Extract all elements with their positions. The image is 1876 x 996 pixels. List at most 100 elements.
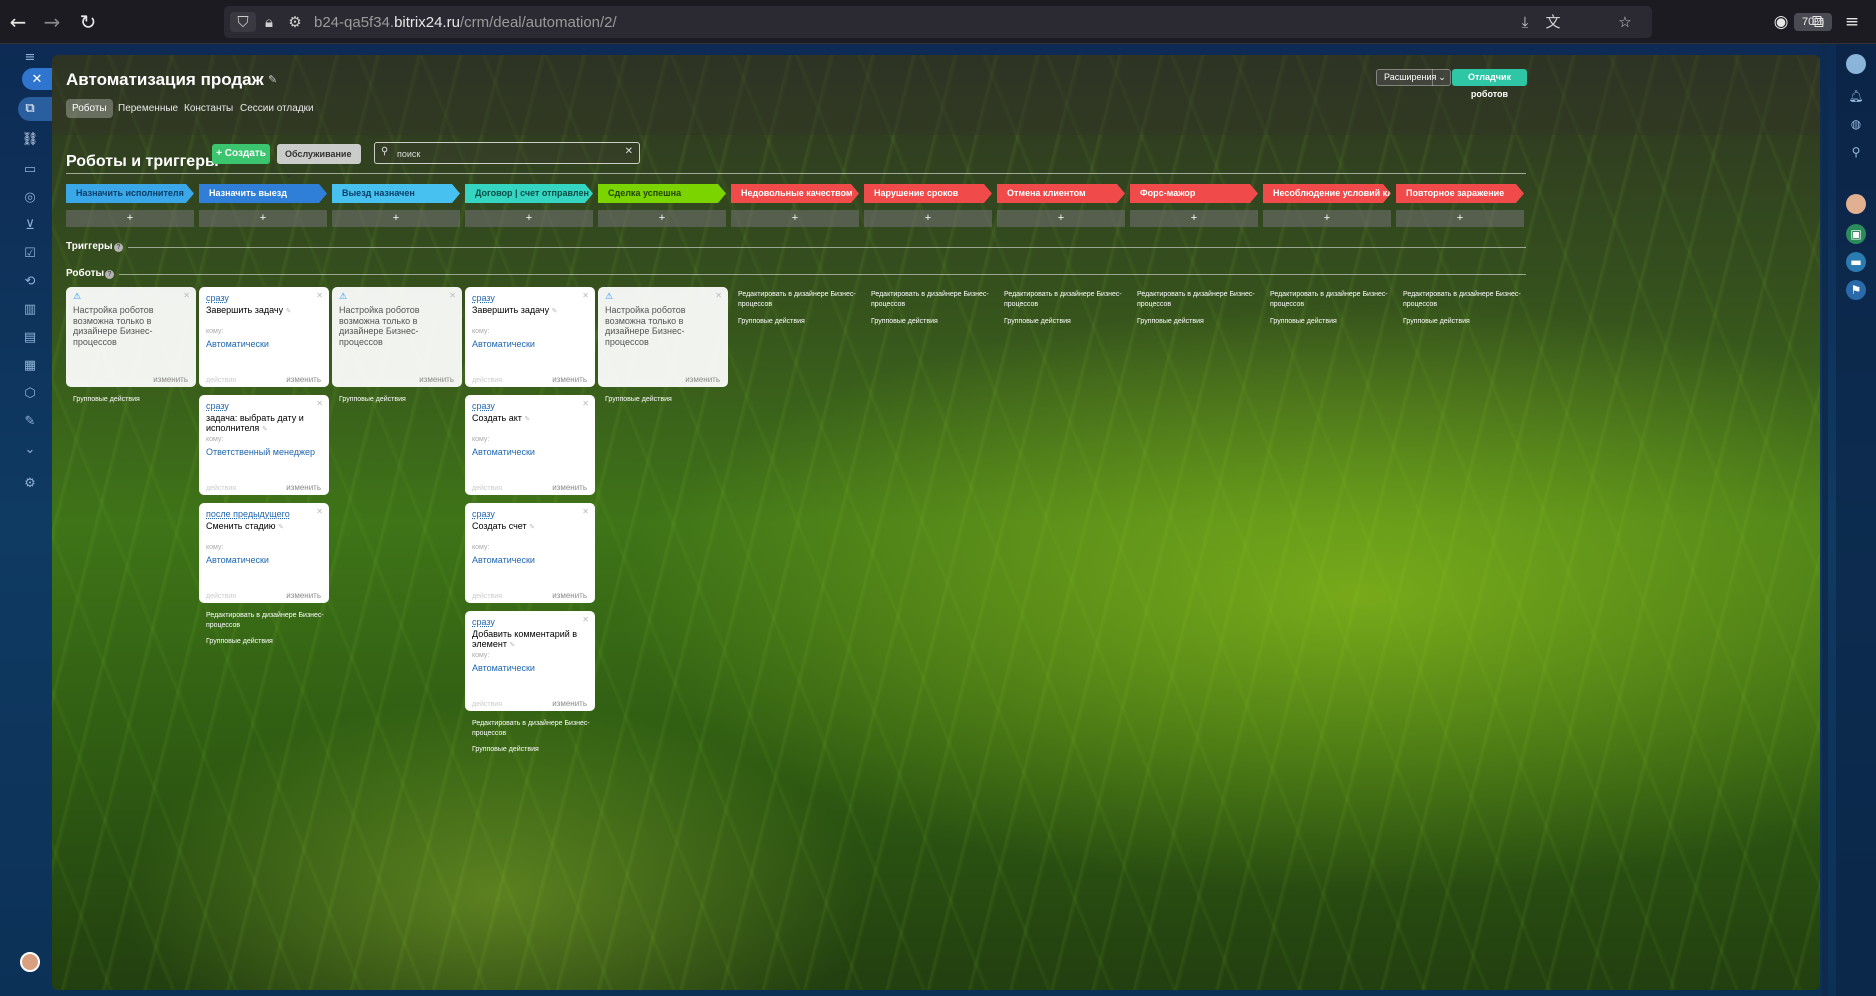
robot-responsible[interactable]: Ответственный менеджер: [206, 447, 315, 457]
edit-link[interactable]: изменить: [552, 699, 587, 708]
robot-title[interactable]: Создать счет ✎: [472, 521, 582, 532]
lock-icon[interactable]: 🔒︎: [258, 12, 280, 32]
user-avatar[interactable]: [20, 952, 40, 972]
group-actions-link[interactable]: Групповые действия: [1270, 317, 1388, 327]
robot-card[interactable]: ✕ сразу задача: выбрать дату и исполните…: [199, 395, 329, 495]
close-icon[interactable]: ✕: [316, 291, 323, 300]
robot-trigger[interactable]: сразу: [472, 401, 495, 411]
edit-link[interactable]: изменить: [552, 375, 587, 384]
add-trigger-button[interactable]: +: [731, 210, 859, 227]
designer-link[interactable]: Редактировать в дизайнере Бизнес-процесс…: [206, 611, 324, 630]
close-icon[interactable]: ✕: [582, 291, 589, 300]
edit-link[interactable]: изменить: [153, 375, 188, 384]
inbox-icon[interactable]: ▭: [20, 160, 40, 180]
search-icon[interactable]: ⚲: [1846, 142, 1866, 162]
add-trigger-button[interactable]: +: [1396, 210, 1524, 227]
chat-blue-icon[interactable]: ▬: [1846, 252, 1866, 272]
designer-link[interactable]: Редактировать в дизайнере Бизнес-процесс…: [1004, 290, 1122, 309]
pencil-icon[interactable]: ✎: [529, 523, 535, 531]
slider-scrollbar[interactable]: [1822, 44, 1828, 996]
store-icon[interactable]: ⬡: [20, 384, 40, 404]
robot-title[interactable]: Создать акт ✎: [472, 413, 582, 424]
translate-icon[interactable]: 文: [1542, 12, 1564, 32]
robot-title[interactable]: Сменить стадию ✎: [206, 521, 316, 532]
close-icon[interactable]: ✕: [316, 399, 323, 408]
edit-title-icon[interactable]: ✎: [268, 73, 277, 86]
robot-responsible[interactable]: Автоматически: [472, 339, 535, 349]
group-actions-link[interactable]: Групповые действия: [1137, 317, 1255, 327]
robot-trigger[interactable]: сразу: [472, 617, 495, 627]
sign-icon[interactable]: ✎: [20, 412, 40, 432]
robot-warning-card[interactable]: ⚠ ✕ Настройка роботов возможна только в …: [332, 287, 462, 387]
more-chevron-icon[interactable]: ⌄: [20, 440, 40, 460]
notifications-bell-icon[interactable]: 🔔︎: [1846, 86, 1866, 106]
group-actions-link[interactable]: Групповые действия: [472, 745, 590, 755]
designer-link[interactable]: Редактировать в дизайнере Бизнес-процесс…: [1403, 290, 1521, 309]
group-actions-link[interactable]: Групповые действия: [605, 395, 723, 405]
save-page-icon[interactable]: ⤓: [1514, 12, 1536, 32]
sites-icon[interactable]: ▦: [20, 356, 40, 376]
close-slider-icon[interactable]: ✕: [22, 68, 52, 90]
group-actions-link[interactable]: Групповые действия: [339, 395, 457, 405]
robot-card[interactable]: ✕ после предыдущего Сменить стадию ✎ ком…: [199, 503, 329, 603]
close-icon[interactable]: ✕: [582, 507, 589, 516]
add-trigger-button[interactable]: +: [598, 210, 726, 227]
feed-icon[interactable]: ⟲: [20, 272, 40, 292]
robot-responsible[interactable]: Автоматически: [472, 663, 535, 673]
robot-trigger[interactable]: после предыдущего: [206, 509, 290, 519]
reload-icon[interactable]: ↻: [76, 10, 100, 34]
open-window-icon[interactable]: ⧉: [20, 99, 40, 119]
stage-header[interactable]: Выезд назначен: [332, 184, 460, 203]
robot-title[interactable]: задача: выбрать дату и исполнителя ✎: [206, 413, 316, 434]
add-trigger-button[interactable]: +: [1130, 210, 1258, 227]
stage-header[interactable]: Нарушение сроков: [864, 184, 992, 203]
add-trigger-button[interactable]: +: [199, 210, 327, 227]
group-actions-link[interactable]: Групповые действия: [871, 317, 989, 327]
robot-responsible[interactable]: Автоматически: [206, 339, 269, 349]
robot-responsible[interactable]: Автоматически: [472, 447, 535, 457]
stage-header[interactable]: Назначить выезд: [199, 184, 327, 203]
tab-robots[interactable]: Роботы: [66, 99, 113, 118]
account-icon[interactable]: ◉: [1769, 10, 1793, 34]
close-icon[interactable]: ✕: [582, 615, 589, 624]
edit-link[interactable]: изменить: [286, 591, 321, 600]
group-actions-link[interactable]: Групповые действия: [73, 395, 191, 405]
robot-card[interactable]: ✕ сразу Завершить задачу ✎ кому: Автомат…: [465, 287, 595, 387]
contact-avatar[interactable]: [1846, 194, 1866, 214]
add-trigger-button[interactable]: +: [864, 210, 992, 227]
help-icon[interactable]: ?: [114, 243, 123, 252]
stage-header[interactable]: Форс-мажор: [1130, 184, 1258, 203]
group-actions-link[interactable]: Групповые действия: [1403, 317, 1521, 327]
robot-card[interactable]: ✕ сразу Завершить задачу ✎ кому: Автомат…: [199, 287, 329, 387]
robot-trigger[interactable]: сразу: [472, 509, 495, 519]
profile-avatar[interactable]: [1846, 54, 1866, 74]
stage-header[interactable]: Несоблюдение условий кли...: [1263, 184, 1391, 203]
robot-title[interactable]: Добавить комментарий в элемент ✎: [472, 629, 582, 650]
add-trigger-button[interactable]: +: [1263, 210, 1391, 227]
robot-title[interactable]: Завершить задачу ✎: [206, 305, 316, 316]
stage-header[interactable]: Назначить исполнителя: [66, 184, 194, 203]
close-icon[interactable]: ✕: [715, 291, 722, 300]
forward-icon[interactable]: →: [40, 10, 64, 34]
designer-link[interactable]: Редактировать в дизайнере Бизнес-процесс…: [1270, 290, 1388, 309]
add-trigger-button[interactable]: +: [997, 210, 1125, 227]
close-icon[interactable]: ✕: [449, 291, 456, 300]
robot-trigger[interactable]: сразу: [206, 293, 229, 303]
help-icon[interactable]: ?: [105, 270, 114, 279]
messages-icon[interactable]: ▤: [20, 328, 40, 348]
stage-header[interactable]: Недовольные качеством: [731, 184, 859, 203]
extensions-icon[interactable]: ⧉: [1806, 10, 1830, 34]
robots-debugger-button[interactable]: Отладчик роботов: [1452, 69, 1527, 99]
close-icon[interactable]: ✕: [316, 507, 323, 516]
robot-responsible[interactable]: Автоматически: [472, 555, 535, 565]
address-bar[interactable]: ⛉ 🔒︎ ⚙︎ b24-qa5f34.bitrix24.ru/crm/deal/…: [224, 6, 1832, 38]
designer-link[interactable]: Редактировать в дизайнере Бизнес-процесс…: [871, 290, 989, 309]
analytics-icon[interactable]: ▥: [20, 300, 40, 320]
bookmark-star-icon[interactable]: ☆: [1614, 12, 1636, 32]
pencil-icon[interactable]: ✎: [524, 415, 530, 423]
robot-trigger[interactable]: сразу: [472, 293, 495, 303]
pencil-icon[interactable]: ✎: [286, 307, 292, 315]
stage-header[interactable]: Договор | счет отправлен: [465, 184, 593, 203]
group-actions-link[interactable]: Групповые действия: [206, 637, 324, 647]
edit-link[interactable]: изменить: [419, 375, 454, 384]
